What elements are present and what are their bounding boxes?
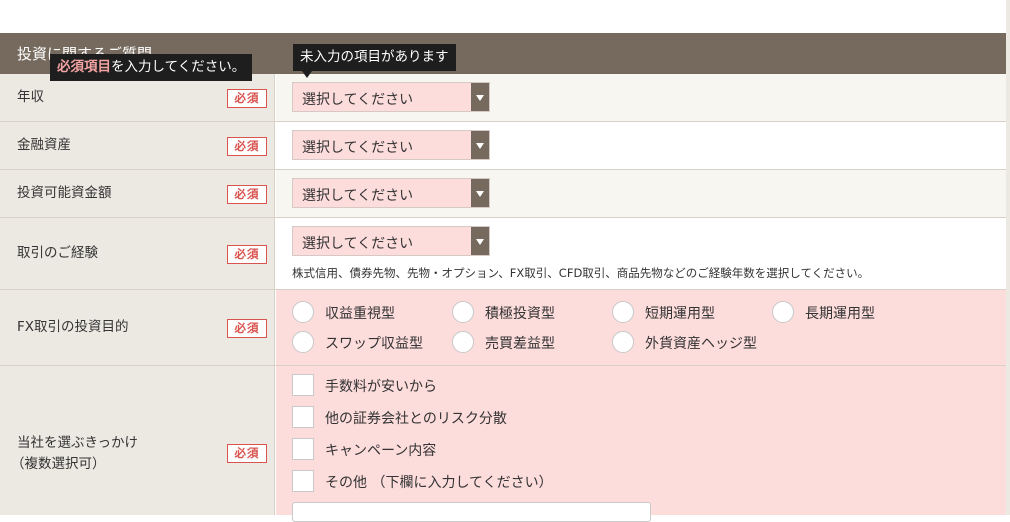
radio-label: 長期運用型 — [805, 306, 875, 322]
required-badge: 必須 — [227, 319, 267, 338]
experience-select[interactable]: 選択してください — [292, 226, 490, 256]
checkbox[interactable] — [292, 470, 314, 492]
required-badge: 必須 — [227, 89, 267, 108]
field-cell: 選択してください 株式信用、債券先物、先物・オプション、FX取引、CFD取引、商… — [276, 218, 1006, 290]
row-investable: 投資可能資金額 必須 選択してください — [0, 170, 1006, 218]
checkbox-label: その他 （下欄に入力してください） — [325, 475, 553, 491]
unfilled-tooltip: 未入力の項目があります — [293, 44, 456, 71]
select-value: 選択してください — [302, 92, 414, 108]
radio-button[interactable] — [612, 301, 634, 323]
row-income: 年収 必須 選択してください — [0, 74, 1006, 122]
radio-button[interactable] — [772, 301, 794, 323]
field-cell: 選択してください — [276, 74, 1006, 122]
radio-label: スワップ収益型 — [325, 336, 423, 352]
radio-button[interactable] — [452, 331, 474, 353]
page-edge — [1006, 0, 1010, 515]
row-assets: 金融資産 必須 選択してください — [0, 122, 1006, 170]
experience-hint: 株式信用、債券先物、先物・オプション、FX取引、CFD取引、商品先物などのご経験… — [292, 266, 870, 280]
field-label-investable: 投資可能資金額 — [17, 185, 112, 201]
radio-label: 収益重視型 — [325, 306, 395, 322]
other-reason-input[interactable] — [292, 502, 651, 522]
checkbox-label: キャンペーン内容 — [325, 443, 437, 459]
field-cell: 手数料が安いから 他の証券会社とのリスク分散 キャンペーン内容 その他 （下欄に… — [276, 366, 1006, 515]
required-tooltip: 必須項目を入力してください。 — [50, 54, 253, 81]
chevron-down-icon — [471, 83, 489, 111]
chevron-down-icon — [471, 227, 489, 255]
select-value: 選択してください — [302, 188, 414, 204]
select-value: 選択してください — [302, 140, 414, 156]
tooltip-emphasis: 必須項目 — [57, 59, 111, 75]
chevron-down-icon — [471, 179, 489, 207]
label-cell: FX取引の投資目的 必須 — [0, 290, 275, 366]
radio-label: 積極投資型 — [485, 306, 555, 322]
investable-select[interactable]: 選択してください — [292, 178, 490, 208]
radio-button[interactable] — [292, 331, 314, 353]
label-cell: 金融資産 必須 — [0, 122, 275, 170]
checkbox-label: 手数料が安いから — [325, 379, 437, 395]
chevron-down-icon — [471, 131, 489, 159]
label-cell: 年収 必須 — [0, 74, 275, 122]
checkbox-label: 他の証券会社とのリスク分散 — [325, 411, 507, 427]
field-label-reason-note: （複数選択可） — [11, 456, 106, 472]
field-label-assets: 金融資産 — [17, 137, 71, 153]
row-fx-purpose: FX取引の投資目的 必須 収益重視型 積極投資型 短期運用型 長期運用型 スワッ… — [0, 290, 1006, 366]
row-reason: 当社を選ぶきっかけ （複数選択可） 必須 手数料が安いから 他の証券会社とのリス… — [0, 366, 1006, 515]
radio-label: 売買差益型 — [485, 336, 555, 352]
field-label-reason: 当社を選ぶきっかけ — [17, 435, 138, 451]
tooltip-text: を入力してください。 — [111, 59, 246, 75]
label-cell: 当社を選ぶきっかけ （複数選択可） 必須 — [0, 366, 275, 515]
checkbox[interactable] — [292, 406, 314, 428]
radio-button[interactable] — [292, 301, 314, 323]
field-label-fx-purpose: FX取引の投資目的 — [17, 319, 129, 335]
tooltip-text: 未入力の項目があります — [300, 49, 449, 65]
select-value: 選択してください — [302, 236, 414, 252]
assets-select[interactable]: 選択してください — [292, 130, 490, 160]
field-cell: 収益重視型 積極投資型 短期運用型 長期運用型 スワップ収益型 売買差益型 外貨… — [276, 290, 1006, 366]
field-label-income: 年収 — [17, 89, 44, 105]
required-badge: 必須 — [227, 444, 267, 463]
field-cell: 選択してください — [276, 170, 1006, 218]
label-cell: 投資可能資金額 必須 — [0, 170, 275, 218]
field-cell: 選択してください — [276, 122, 1006, 170]
income-select[interactable]: 選択してください — [292, 82, 490, 112]
radio-button[interactable] — [612, 331, 634, 353]
checkbox[interactable] — [292, 374, 314, 396]
checkbox[interactable] — [292, 438, 314, 460]
required-badge: 必須 — [227, 185, 267, 204]
required-badge: 必須 — [227, 245, 267, 264]
radio-label: 外貨資産ヘッジ型 — [645, 336, 757, 352]
field-label-experience: 取引のご経験 — [17, 245, 98, 261]
required-badge: 必須 — [227, 137, 267, 156]
label-cell: 取引のご経験 必須 — [0, 218, 275, 290]
radio-button[interactable] — [452, 301, 474, 323]
radio-label: 短期運用型 — [645, 306, 715, 322]
row-experience: 取引のご経験 必須 選択してください 株式信用、債券先物、先物・オプション、FX… — [0, 218, 1006, 290]
tooltip-arrow — [302, 71, 312, 78]
